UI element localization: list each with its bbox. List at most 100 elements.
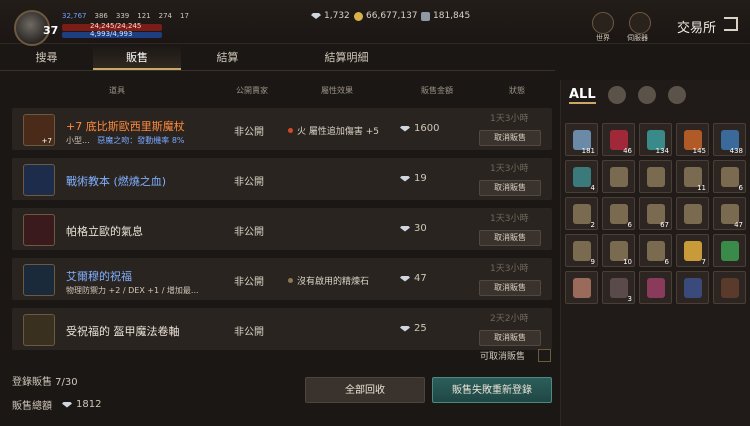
col-effect: 屬性效果	[321, 86, 353, 95]
public-seller: 非公開	[234, 177, 264, 188]
exit-icon[interactable]	[724, 17, 738, 31]
item-name: 戰術教本 (燃燒之血)	[66, 175, 167, 188]
item-count: 438	[729, 147, 743, 155]
diamond-icon	[400, 125, 410, 132]
currency-clan: 181,845	[421, 11, 470, 21]
clan-coin-icon	[421, 11, 430, 21]
helmet-filter-icon[interactable]	[607, 86, 626, 104]
item-count: 10	[623, 258, 632, 266]
relist-failed-button[interactable]: 販售失敗重新登錄	[432, 377, 552, 403]
item-icon	[573, 278, 591, 298]
cancel-sale-button[interactable]: 取消販售	[479, 280, 541, 296]
inventory-slot[interactable]: 6	[713, 160, 746, 193]
item-count: 47	[734, 221, 743, 229]
item-count: 11	[697, 184, 706, 192]
inventory-slot[interactable]: 181	[565, 123, 598, 156]
item-name: 艾爾穆的祝福	[66, 270, 132, 283]
table-row[interactable]: 戰術教本 (燃燒之血) 非公開 19 1天3小時 取消販售	[12, 158, 552, 200]
stat-6: 17	[180, 12, 189, 20]
public-seller: 非公開	[234, 277, 264, 288]
book-icon	[23, 164, 55, 196]
item-count: 3	[627, 295, 632, 303]
price-value: 25	[414, 323, 427, 334]
item-icon	[684, 204, 702, 224]
tab-settle[interactable]: 結算	[181, 45, 274, 70]
attribute-effect: 火 屬性追加傷害 +5	[288, 124, 379, 137]
inventory-grid: 181 46 134 145 438 4 11 6 2 6 67 47 9 10 6 7 3	[565, 123, 746, 304]
tab-search[interactable]: 搜尋	[0, 45, 93, 70]
table-row[interactable]: 艾爾穆的祝福 物理防禦力 +2 / DEX +1 / 增加最... 非公開 沒有…	[12, 258, 552, 300]
table-row[interactable]: 受祝福的 盔甲魔法卷軸 非公開 25 2天2小時 取消販售	[12, 308, 552, 350]
price: 30	[400, 223, 427, 234]
inventory-slot[interactable]: 2	[565, 197, 598, 230]
inventory-slot[interactable]: 47	[713, 197, 746, 230]
item-count: 46	[623, 147, 632, 155]
bag-filter-icon[interactable]	[637, 86, 656, 104]
diamond-icon	[400, 325, 410, 332]
tab-sell[interactable]: 販售	[93, 45, 181, 70]
remaining-time: 2天2小時	[490, 314, 529, 324]
table-header: 道具 公開賣家 屬性效果 販售金額 狀態	[12, 85, 552, 101]
inventory-slot[interactable]: 3	[602, 271, 635, 304]
stat-4: 121	[137, 12, 151, 20]
item-count: 6	[664, 258, 669, 266]
stat-5: 274	[158, 12, 172, 20]
inventory-slot[interactable]	[713, 271, 746, 304]
inventory-panel: ALL 181 46 134 145 438 4 11 6 2 6 67 47 9 10 6 7 3	[560, 80, 750, 426]
inventory-slot[interactable]	[713, 234, 746, 267]
stat-3: 339	[115, 12, 130, 20]
item-sub-effect: 惡魔之吻：發動機率 8%	[97, 136, 185, 145]
currency-adena: 66,677,137	[354, 11, 418, 21]
inventory-slot[interactable]: 438	[713, 123, 746, 156]
price: 25	[400, 323, 427, 334]
table-row[interactable]: 帕格立歐的氣息 非公開 30 1天3小時 取消販售	[12, 208, 552, 250]
currency-clan-value: 181,845	[433, 11, 471, 21]
adena-icon	[354, 11, 363, 21]
inventory-slot[interactable]: 6	[602, 197, 635, 230]
tab-settle-detail[interactable]: 結算明細	[274, 45, 419, 70]
inventory-slot[interactable]	[565, 271, 598, 304]
price-value: 1600	[414, 123, 440, 134]
inventory-slot[interactable]: 11	[676, 160, 709, 193]
cancel-sale-button[interactable]: 取消販售	[479, 130, 541, 146]
server-label: 伺服器	[627, 34, 648, 42]
item-icon	[721, 167, 739, 187]
server-icon[interactable]	[629, 12, 651, 34]
inventory-slot[interactable]: 4	[565, 160, 598, 193]
inventory-slot[interactable]: 145	[676, 123, 709, 156]
inventory-slot[interactable]: 9	[565, 234, 598, 267]
inventory-slot[interactable]: 10	[602, 234, 635, 267]
inventory-slot[interactable]: 7	[676, 234, 709, 267]
item-sub: 物理防禦力 +2 / DEX +1 / 增加最...	[66, 286, 199, 295]
inventory-slot[interactable]: 46	[602, 123, 635, 156]
inventory-slot[interactable]	[639, 160, 672, 193]
remaining-time: 1天3小時	[490, 164, 529, 174]
cancel-sale-button[interactable]: 取消販售	[479, 230, 541, 246]
col-item: 道具	[109, 86, 125, 95]
cancelable-filter-checkbox[interactable]	[538, 349, 551, 362]
remaining-time: 1天3小時	[490, 264, 529, 274]
world-icon[interactable]	[592, 12, 614, 34]
cancel-sale-button[interactable]: 取消販售	[479, 330, 541, 346]
player-level: 37	[43, 24, 59, 37]
collect-all-button[interactable]: 全部回收	[305, 377, 425, 403]
diamond-icon	[311, 13, 321, 19]
inventory-slot[interactable]	[602, 160, 635, 193]
inventory-slot[interactable]: 67	[639, 197, 672, 230]
item-icon	[684, 278, 702, 298]
inventory-slot[interactable]: 6	[639, 234, 672, 267]
inventory-slot[interactable]	[676, 271, 709, 304]
enhance-level: +7	[41, 137, 52, 145]
page-title: 交易所	[676, 21, 716, 36]
inventory-slot[interactable]: 134	[639, 123, 672, 156]
inventory-slot[interactable]	[676, 197, 709, 230]
effect-text: 沒有啟用的精煉石	[297, 277, 370, 287]
cancel-sale-button[interactable]: 取消販售	[479, 180, 541, 196]
table-row[interactable]: +7 +7 底比斯歐西里斯魔杖 小型... 惡魔之吻：發動機率 8% 非公開 火…	[12, 108, 552, 150]
misc-filter-icon[interactable]	[667, 86, 686, 104]
item-icon	[573, 241, 591, 261]
item-count: 6	[738, 184, 743, 192]
filter-all[interactable]: ALL	[569, 87, 596, 104]
effect-text: 火 屬性追加傷害 +5	[297, 127, 379, 137]
inventory-slot[interactable]	[639, 271, 672, 304]
